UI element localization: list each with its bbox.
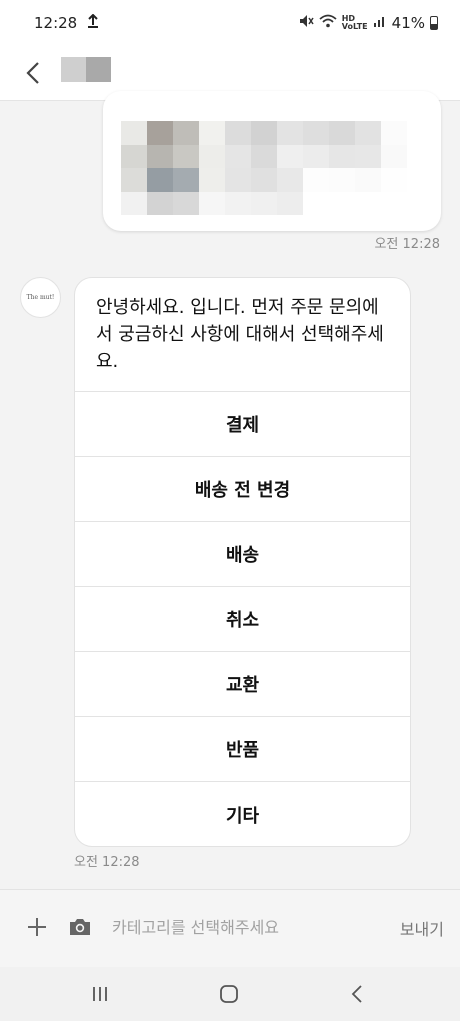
home-icon[interactable] bbox=[216, 982, 242, 1006]
recent-apps-icon[interactable] bbox=[87, 982, 113, 1006]
blurred-image bbox=[121, 121, 407, 215]
option-cancel-button[interactable]: 취소 bbox=[75, 587, 410, 652]
battery-icon bbox=[430, 16, 438, 30]
bot-avatar-logo: The mut! bbox=[26, 294, 55, 301]
option-other-button[interactable]: 기타 bbox=[75, 782, 410, 846]
message-input[interactable] bbox=[112, 910, 372, 944]
chat-area[interactable]: 오전 12:28 The mut! 안녕하세요. 입니다. 먼저 주문 문의에서… bbox=[0, 91, 460, 889]
message-input-bar: 보내기 bbox=[0, 889, 460, 967]
signal-icon bbox=[373, 14, 387, 32]
blurred-profile-name bbox=[61, 57, 111, 82]
back-nav-icon[interactable] bbox=[344, 982, 370, 1006]
bot-message-text: 안녕하세요. 입니다. 먼저 주문 문의에서 궁금하신 사항에 대해서 선택해주… bbox=[75, 278, 410, 392]
upload-arrow-icon bbox=[87, 13, 99, 32]
status-left: 12:28 bbox=[34, 13, 99, 32]
system-nav-bar bbox=[0, 967, 460, 1021]
hd-voice-icon: HD VoLTE bbox=[341, 14, 368, 31]
battery-text: 41% bbox=[391, 14, 425, 32]
status-time: 12:28 bbox=[34, 14, 78, 32]
bot-timestamp: 오전 12:28 bbox=[74, 855, 140, 870]
camera-icon[interactable] bbox=[68, 916, 92, 938]
status-right: HD VoLTE 41% bbox=[298, 14, 438, 32]
mute-icon bbox=[298, 14, 314, 32]
option-return-button[interactable]: 반품 bbox=[75, 717, 410, 782]
option-change-before-shipping-button[interactable]: 배송 전 변경 bbox=[75, 457, 410, 522]
send-button[interactable]: 보내기 bbox=[400, 916, 444, 940]
bot-avatar: The mut! bbox=[20, 277, 61, 318]
plus-icon[interactable] bbox=[24, 914, 50, 940]
wifi-icon bbox=[319, 14, 337, 32]
bot-message-bubble: 안녕하세요. 입니다. 먼저 주문 문의에서 궁금하신 사항에 대해서 선택해주… bbox=[74, 277, 411, 847]
option-payment-button[interactable]: 결제 bbox=[75, 392, 410, 457]
chevron-left-icon bbox=[26, 62, 39, 84]
option-shipping-button[interactable]: 배송 bbox=[75, 522, 410, 587]
sent-timestamp: 오전 12:28 bbox=[374, 237, 440, 252]
back-button[interactable] bbox=[18, 56, 48, 90]
option-exchange-button[interactable]: 교환 bbox=[75, 652, 410, 717]
status-bar: 12:28 HD VoLTE 41% bbox=[0, 0, 460, 46]
sent-image-bubble[interactable] bbox=[103, 91, 441, 231]
blurred-block bbox=[61, 57, 86, 82]
blurred-block bbox=[86, 57, 111, 82]
